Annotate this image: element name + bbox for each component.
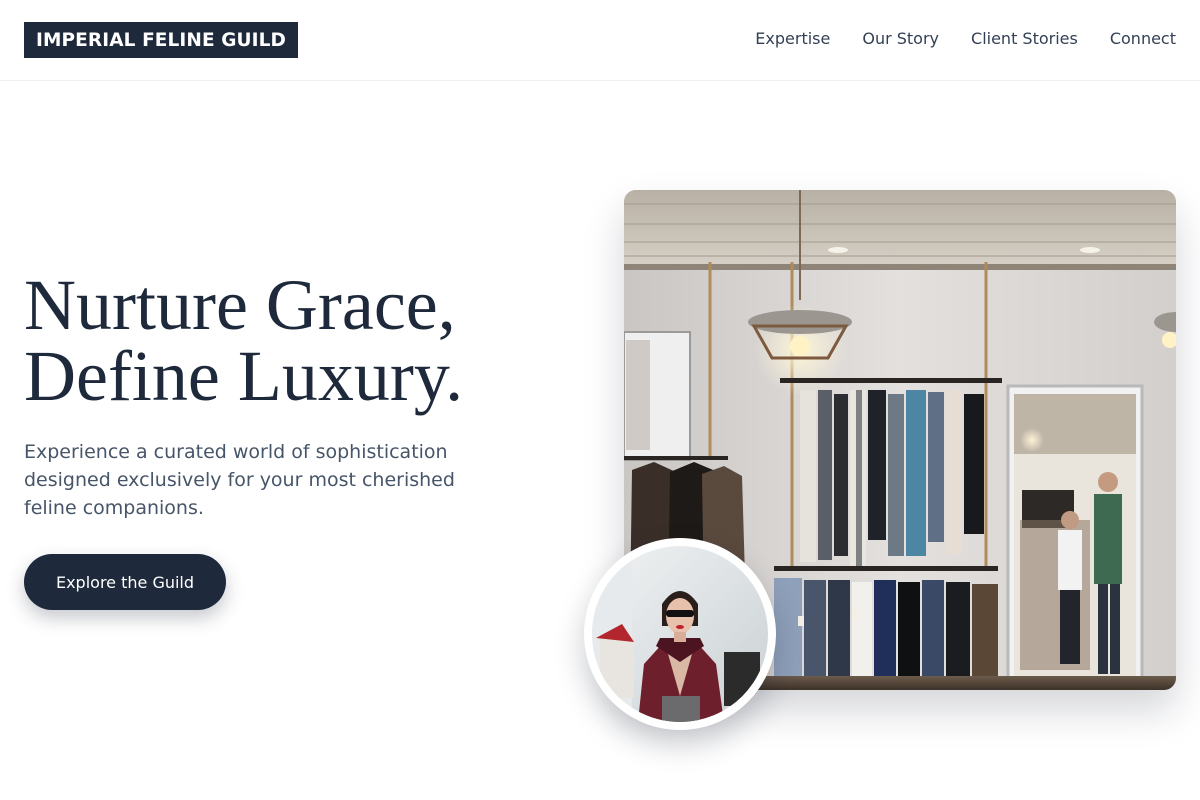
- shopper-portrait-crop: [592, 546, 768, 722]
- shopper-portrait-image: [584, 538, 776, 730]
- explore-guild-button[interactable]: Explore the Guild: [24, 554, 226, 610]
- site-header: IMPERIAL FELINE GUILD Expertise Our Stor…: [0, 0, 1200, 81]
- hero-title-line-1: Nurture Grace,: [24, 265, 456, 345]
- hero-title-line-2: Define Luxury.: [24, 336, 464, 416]
- nav-link-our-story[interactable]: Our Story: [862, 28, 939, 50]
- nav-link-connect[interactable]: Connect: [1110, 28, 1176, 50]
- hero-title: Nurture Grace, Define Luxury.: [24, 265, 584, 416]
- nav-link-client-stories[interactable]: Client Stories: [971, 28, 1078, 50]
- logo[interactable]: IMPERIAL FELINE GUILD: [24, 22, 299, 58]
- main-nav: Expertise Our Story Client Stories Conne…: [755, 28, 1176, 50]
- nav-link-expertise[interactable]: Expertise: [755, 28, 830, 50]
- hero-subtitle: Experience a curated world of sophistica…: [24, 441, 455, 519]
